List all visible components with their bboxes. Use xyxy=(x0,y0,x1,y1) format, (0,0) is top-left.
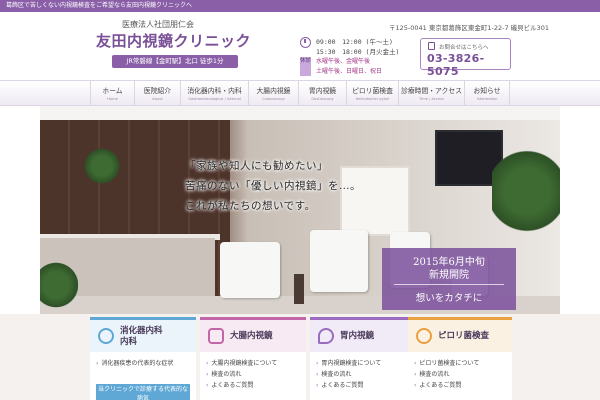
slogan-line2: 苦痛のない「優しい内視鏡」を…。 xyxy=(185,180,361,192)
card-link[interactable]: よくあるご質問 xyxy=(206,380,277,391)
card-pylori[interactable]: ピロリ菌検査 ピロリ菌検査について 検査の流れ よくあるご質問 xyxy=(408,317,512,400)
nav-item-colonoscopy[interactable]: 大腸内視鏡 Colonoscopy xyxy=(248,81,298,106)
closed-days: 水曜午後、金曜午後 土曜午後、日曜日、祝日 xyxy=(316,57,382,76)
card-link[interactable]: 胃内視鏡検査について xyxy=(316,358,381,369)
phone-lead-text: お問合せはこちらへ xyxy=(439,45,489,51)
card-gastroscopy[interactable]: 胃内視鏡 胃内視鏡検査について 検査の流れ よくあるご質問 xyxy=(310,317,416,400)
office-hours: 09:00 12:00 (午～土) 15:30 18:00 (月火金土) xyxy=(316,38,399,57)
nav-label: 診療時間・アクセス xyxy=(401,87,462,95)
nav-item-home[interactable]: ホーム Home xyxy=(90,81,134,106)
nav-label: ピロリ菌検査 xyxy=(352,87,393,95)
hero-ceiling xyxy=(40,106,560,120)
global-navigation: ホーム Home 医院紹介 About 消化器内科・内科 Gastroenter… xyxy=(0,80,600,106)
nav-sublabel: Time / Access xyxy=(419,97,444,101)
stomach-icon xyxy=(318,328,334,344)
nav-label: お知らせ xyxy=(473,87,501,95)
opening-tagline: 想いをカタチに xyxy=(415,293,483,304)
card-title: ピロリ菌検査 xyxy=(438,331,490,341)
card-link-list: 胃内視鏡検査について 検査の流れ よくあるご質問 xyxy=(316,358,381,391)
pylori-icon xyxy=(416,328,432,344)
nav-item-pylori[interactable]: ピロリ菌検査 Helicobacter pylori xyxy=(346,81,398,106)
hero-flowers xyxy=(82,146,122,186)
hours-afternoon: 15:30 18:00 (月火金土) xyxy=(316,47,400,56)
card-title-line2: 内科 xyxy=(120,337,138,347)
card-header: 大腸内視鏡 xyxy=(200,320,306,352)
nav-label: 胃内視鏡 xyxy=(308,87,337,95)
hero-chair xyxy=(310,230,368,292)
nav-item-gastroscopy[interactable]: 胃内視鏡 Gastroscopy xyxy=(298,81,346,106)
nav-sublabel: Home xyxy=(107,97,118,101)
hero-chair-arm xyxy=(294,274,304,304)
closed-days-line2: 土曜午後、日曜日、祝日 xyxy=(316,67,383,75)
card-link[interactable]: 消化器疾患の代表的な症状 xyxy=(96,358,173,369)
card-title: 消化器内科 内科 xyxy=(120,326,163,348)
top-announcement-bar: 葛飾区で苦しくない内視鏡検査をご希望なら友田内視鏡クリニックへ xyxy=(0,0,600,12)
card-link[interactable]: よくあるご質問 xyxy=(414,380,479,391)
card-link[interactable]: 検査の流れ xyxy=(414,369,479,380)
card-link[interactable]: よくあるご質問 xyxy=(316,380,381,391)
nav-sublabel: Colonoscopy xyxy=(262,97,285,101)
nav-label: 消化器内科・内科 xyxy=(187,87,242,95)
nav-item-internal-medicine[interactable]: 消化器内科・内科 Gastroenterological / Internal xyxy=(180,81,248,106)
card-link[interactable]: 検査の流れ xyxy=(316,369,381,380)
slogan-line1: 「家族や知人にも勧めたい」 xyxy=(185,160,328,172)
card-header: 胃内視鏡 xyxy=(310,320,416,352)
closed-tag: 休診 xyxy=(300,57,311,76)
colon-icon xyxy=(208,328,224,344)
card-link-list: 大腸内視鏡検査について 検査の流れ よくあるご質問 xyxy=(206,358,277,391)
site-header: 医療法人社団朋仁会 友田内視鏡クリニック JR常磐線【金町駅】北口 徒歩1分 0… xyxy=(0,12,600,80)
nav-sublabel: Helicobacter pylori xyxy=(355,97,390,101)
nav-sublabel: Gastroscopy xyxy=(311,97,334,101)
banner-divider xyxy=(394,284,504,285)
card-colonoscopy[interactable]: 大腸内視鏡 大腸内視鏡検査について 検査の流れ よくあるご質問 xyxy=(200,317,306,400)
phone-contact-box[interactable]: お問合せはこちらへ 03-3826-5075 xyxy=(420,38,511,78)
clinic-address: 〒125-0041 東京都葛飾区東金町1-22-7 磯貝ビル301 xyxy=(389,24,550,32)
nav-sublabel: Gastroenterological / Internal xyxy=(188,97,241,101)
card-title-line1: 消化器内科 xyxy=(120,326,163,336)
hero-plant-left xyxy=(40,256,78,314)
card-header: ピロリ菌検査 xyxy=(408,320,512,352)
opening-text: 新規開院 xyxy=(429,270,469,281)
opening-banner: 2015年6月中旬 新規開院 想いをカタチに xyxy=(382,248,516,310)
phone-icon xyxy=(428,42,435,50)
nav-label: ホーム xyxy=(102,87,123,95)
card-title: 大腸内視鏡 xyxy=(230,331,273,341)
clinic-logo[interactable]: 友田内視鏡クリニック xyxy=(96,30,251,51)
card-link-list: 消化器疾患の代表的な症状 xyxy=(96,358,173,369)
slogan-line3: これが私たちの想いです。 xyxy=(185,200,316,212)
card-note-button[interactable]: 当クリニックで診療する代表的な病気 xyxy=(96,384,190,400)
card-internal-medicine[interactable]: 消化器内科 内科 消化器疾患の代表的な症状 当クリニックで診療する代表的な病気 xyxy=(90,317,196,400)
card-header: 消化器内科 内科 xyxy=(90,320,196,352)
nav-label: 大腸内視鏡 xyxy=(256,87,291,95)
nav-item-information[interactable]: お知らせ Information xyxy=(464,81,510,106)
service-cards: 消化器内科 内科 消化器疾患の代表的な症状 当クリニックで診療する代表的な病気 … xyxy=(0,314,600,400)
closed-days-line1: 水曜午後、金曜午後 xyxy=(316,58,371,65)
stethoscope-icon xyxy=(98,328,114,344)
hours-morning: 09:00 12:00 (午～土) xyxy=(316,38,393,46)
card-link[interactable]: ピロリ菌検査について xyxy=(414,358,479,369)
hero-slogan: 「家族や知人にも勧めたい」 苦痛のない「優しい内視鏡」を…。 これが私たちの想い… xyxy=(185,156,361,216)
nav-item-hours-access[interactable]: 診療時間・アクセス Time / Access xyxy=(398,81,464,106)
card-link[interactable]: 検査の流れ xyxy=(206,369,277,380)
phone-number[interactable]: 03-3826-5075 xyxy=(427,52,510,78)
card-link[interactable]: 大腸内視鏡検査について xyxy=(206,358,277,369)
access-badge: JR常磐線【金町駅】北口 徒歩1分 xyxy=(112,55,238,68)
organization-name: 医療法人社団朋仁会 xyxy=(122,20,194,29)
hero-plant-right xyxy=(492,136,560,246)
nav-sublabel: Information xyxy=(476,97,498,101)
nav-sublabel: About xyxy=(152,97,163,101)
nav-item-about[interactable]: 医院紹介 About xyxy=(134,81,180,106)
card-title: 胃内視鏡 xyxy=(340,331,375,341)
nav-label: 医院紹介 xyxy=(143,87,172,95)
hero-chair xyxy=(220,242,280,298)
clock-icon xyxy=(300,37,311,48)
card-link-list: ピロリ菌検査について 検査の流れ よくあるご質問 xyxy=(414,358,479,391)
